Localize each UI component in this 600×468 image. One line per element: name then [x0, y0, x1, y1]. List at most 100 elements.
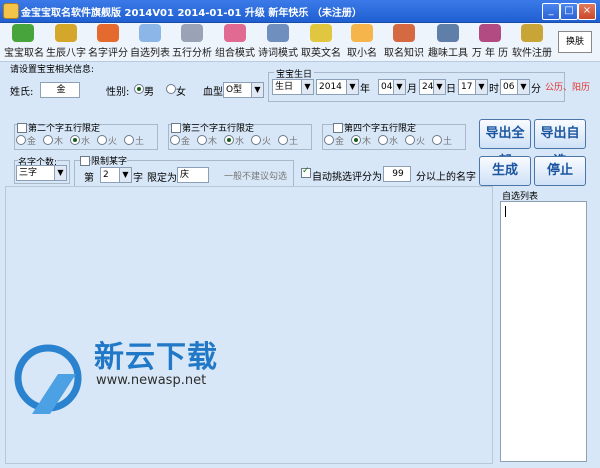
position-suffix: 字	[133, 173, 143, 184]
wuxing-second-radio-wood[interactable]	[43, 135, 53, 145]
search-icon	[55, 24, 77, 42]
birth-type-value: 生日	[275, 82, 294, 92]
wuxing-second-radio-metal[interactable]	[16, 135, 26, 145]
wuxing-fourth-checkbox[interactable]	[333, 123, 343, 133]
blood-type-select[interactable]: O型 ▼	[223, 82, 264, 98]
restrict-char-checkbox[interactable]	[80, 156, 90, 166]
tools-icon	[437, 24, 459, 42]
wuxing-option: 土	[443, 137, 453, 147]
name-count-select[interactable]: 三字 ▼	[16, 165, 67, 181]
hour-select[interactable]: 17 ▼	[458, 79, 488, 95]
wuxing-second-checkbox[interactable]	[17, 123, 27, 133]
toolbar-item-nickname[interactable]: 取小名	[345, 24, 379, 60]
wuxing-fourth-radio-earth[interactable]	[432, 135, 442, 145]
toolbar-item-fun-tools[interactable]: 趣味工具	[428, 24, 468, 60]
month-value: 04	[381, 82, 393, 92]
export-all-button[interactable]: 导出全部	[479, 119, 531, 169]
minute-select[interactable]: 06 ▼	[500, 79, 530, 95]
bubble-icon	[351, 24, 373, 42]
wuxing-fourth-radio-metal[interactable]	[324, 135, 334, 145]
toolbar-item-calendar[interactable]: 万 年 历	[470, 24, 510, 60]
year-label: 年	[360, 84, 370, 95]
title-bar: 金宝宝取名软件旗舰版 2014V01 2014-01-01 升级 新年快乐 （未…	[0, 0, 600, 23]
restrict-position-select[interactable]: 2 ▼	[100, 167, 132, 183]
day-select[interactable]: 24 ▼	[419, 79, 446, 95]
puzzle-icon	[224, 24, 246, 42]
chevron-down-icon: ▼	[119, 168, 131, 182]
surname-input[interactable]: 金	[40, 82, 80, 98]
export-selected-button[interactable]: 导出自选	[534, 119, 586, 169]
self-list-box[interactable]	[500, 201, 587, 462]
wuxing-second-radio-earth[interactable]	[124, 135, 134, 145]
wuxing-third-radio-wood[interactable]	[197, 135, 207, 145]
toolbar-label: 取英文名	[301, 48, 341, 59]
cube-icon	[393, 24, 415, 42]
wuxing-third-radio-earth[interactable]	[278, 135, 288, 145]
toolbar-label: 趣味工具	[428, 48, 468, 59]
toolbar-item-english-name[interactable]: 取英文名	[301, 24, 341, 60]
watermark-url: www.newasp.net	[96, 373, 207, 388]
chevron-down-icon: ▼	[475, 80, 487, 94]
limit-char-input[interactable]: 庆	[177, 167, 209, 183]
toolbar-item-wuxing[interactable]: 五行分析	[172, 24, 212, 60]
close-button[interactable]: ×	[578, 3, 596, 20]
toolbar-label: 名字评分	[88, 48, 128, 59]
year-select[interactable]: 2014 ▼	[316, 79, 359, 95]
month-label: 月	[407, 84, 417, 95]
gender-female-radio[interactable]	[166, 84, 176, 94]
generate-button[interactable]: 生成	[479, 156, 531, 186]
minimize-button[interactable]: _	[542, 3, 560, 20]
surname-label: 姓氏:	[10, 87, 34, 98]
auto-score-suffix: 分以上的名字	[416, 172, 476, 183]
wuxing-second-radio-fire[interactable]	[97, 135, 107, 145]
toolbar-label: 取名知识	[384, 48, 424, 59]
auto-score-checkbox[interactable]	[301, 166, 311, 178]
chevron-down-icon: ▼	[301, 80, 313, 94]
toolbar-item-name-score[interactable]: 名字评分	[88, 24, 128, 60]
stop-button[interactable]: 停止	[534, 156, 586, 186]
maximize-button[interactable]: □	[560, 3, 578, 20]
toolbar-item-register[interactable]: 软件注册	[512, 24, 552, 60]
wuxing-fourth-radio-water[interactable]	[378, 135, 388, 145]
auto-score-input[interactable]: 99	[383, 166, 411, 182]
toolbar-item-self-list[interactable]: 自选列表	[130, 24, 170, 60]
chevron-down-icon: ▼	[54, 166, 66, 180]
position-prefix: 第	[84, 173, 94, 184]
wuxing-third-title: 第三个字五行限定	[182, 124, 255, 134]
wuxing-option: 木	[362, 137, 372, 147]
birth-type-select[interactable]: 生日 ▼	[272, 79, 314, 95]
hour-value: 17	[461, 82, 473, 92]
toolbar-label: 宝宝取名	[4, 48, 44, 59]
toolbar-item-baby-naming[interactable]: 宝宝取名	[4, 24, 44, 60]
watermark-text: 新云下载	[94, 340, 218, 375]
toolbar-item-poetry-mode[interactable]: 诗词模式	[258, 24, 298, 60]
month-select[interactable]: 04 ▼	[378, 79, 406, 95]
toolbar-item-naming-knowledge[interactable]: 取名知识	[384, 24, 424, 60]
wuxing-option: 水	[235, 137, 245, 147]
wuxing-second-radio-water[interactable]	[70, 135, 80, 145]
wuxing-fourth-radio-fire[interactable]	[405, 135, 415, 145]
list-icon	[139, 24, 161, 42]
wuxing-third-radio-fire[interactable]	[251, 135, 261, 145]
chevron-down-icon: ▼	[517, 80, 529, 94]
wuxing-option: 水	[389, 137, 399, 147]
toolbar-label: 组合模式	[215, 48, 255, 59]
toolbar-item-bazi[interactable]: 生辰八字	[46, 24, 86, 60]
switch-skin-button[interactable]: 换肤	[558, 31, 592, 53]
chevron-down-icon: ▼	[433, 80, 445, 94]
restrict-hint: 一般不建议勾选	[224, 172, 288, 182]
wuxing-option: 火	[108, 137, 118, 147]
wuxing-fourth-radio-wood[interactable]	[351, 135, 361, 145]
toolbar-item-combo-mode[interactable]: 组合模式	[215, 24, 255, 60]
restrict-char-title: 限制某字	[91, 154, 128, 167]
wuxing-third-radio-metal[interactable]	[170, 135, 180, 145]
gender-male-radio[interactable]	[134, 84, 144, 94]
toolbar: 宝宝取名 生辰八字 名字评分 自选列表 五行分析 组合模式 诗词模式 取英文名 …	[0, 23, 600, 62]
chevron-down-icon: ▼	[346, 80, 358, 94]
wuxing-third-radio-water[interactable]	[224, 135, 234, 145]
key-icon	[521, 24, 543, 42]
wuxing-third-checkbox[interactable]	[171, 123, 181, 133]
wuxing-second-title: 第二个字五行限定	[28, 124, 101, 134]
blood-type-value: O型	[226, 85, 243, 95]
wuxing-option: 木	[208, 137, 218, 147]
